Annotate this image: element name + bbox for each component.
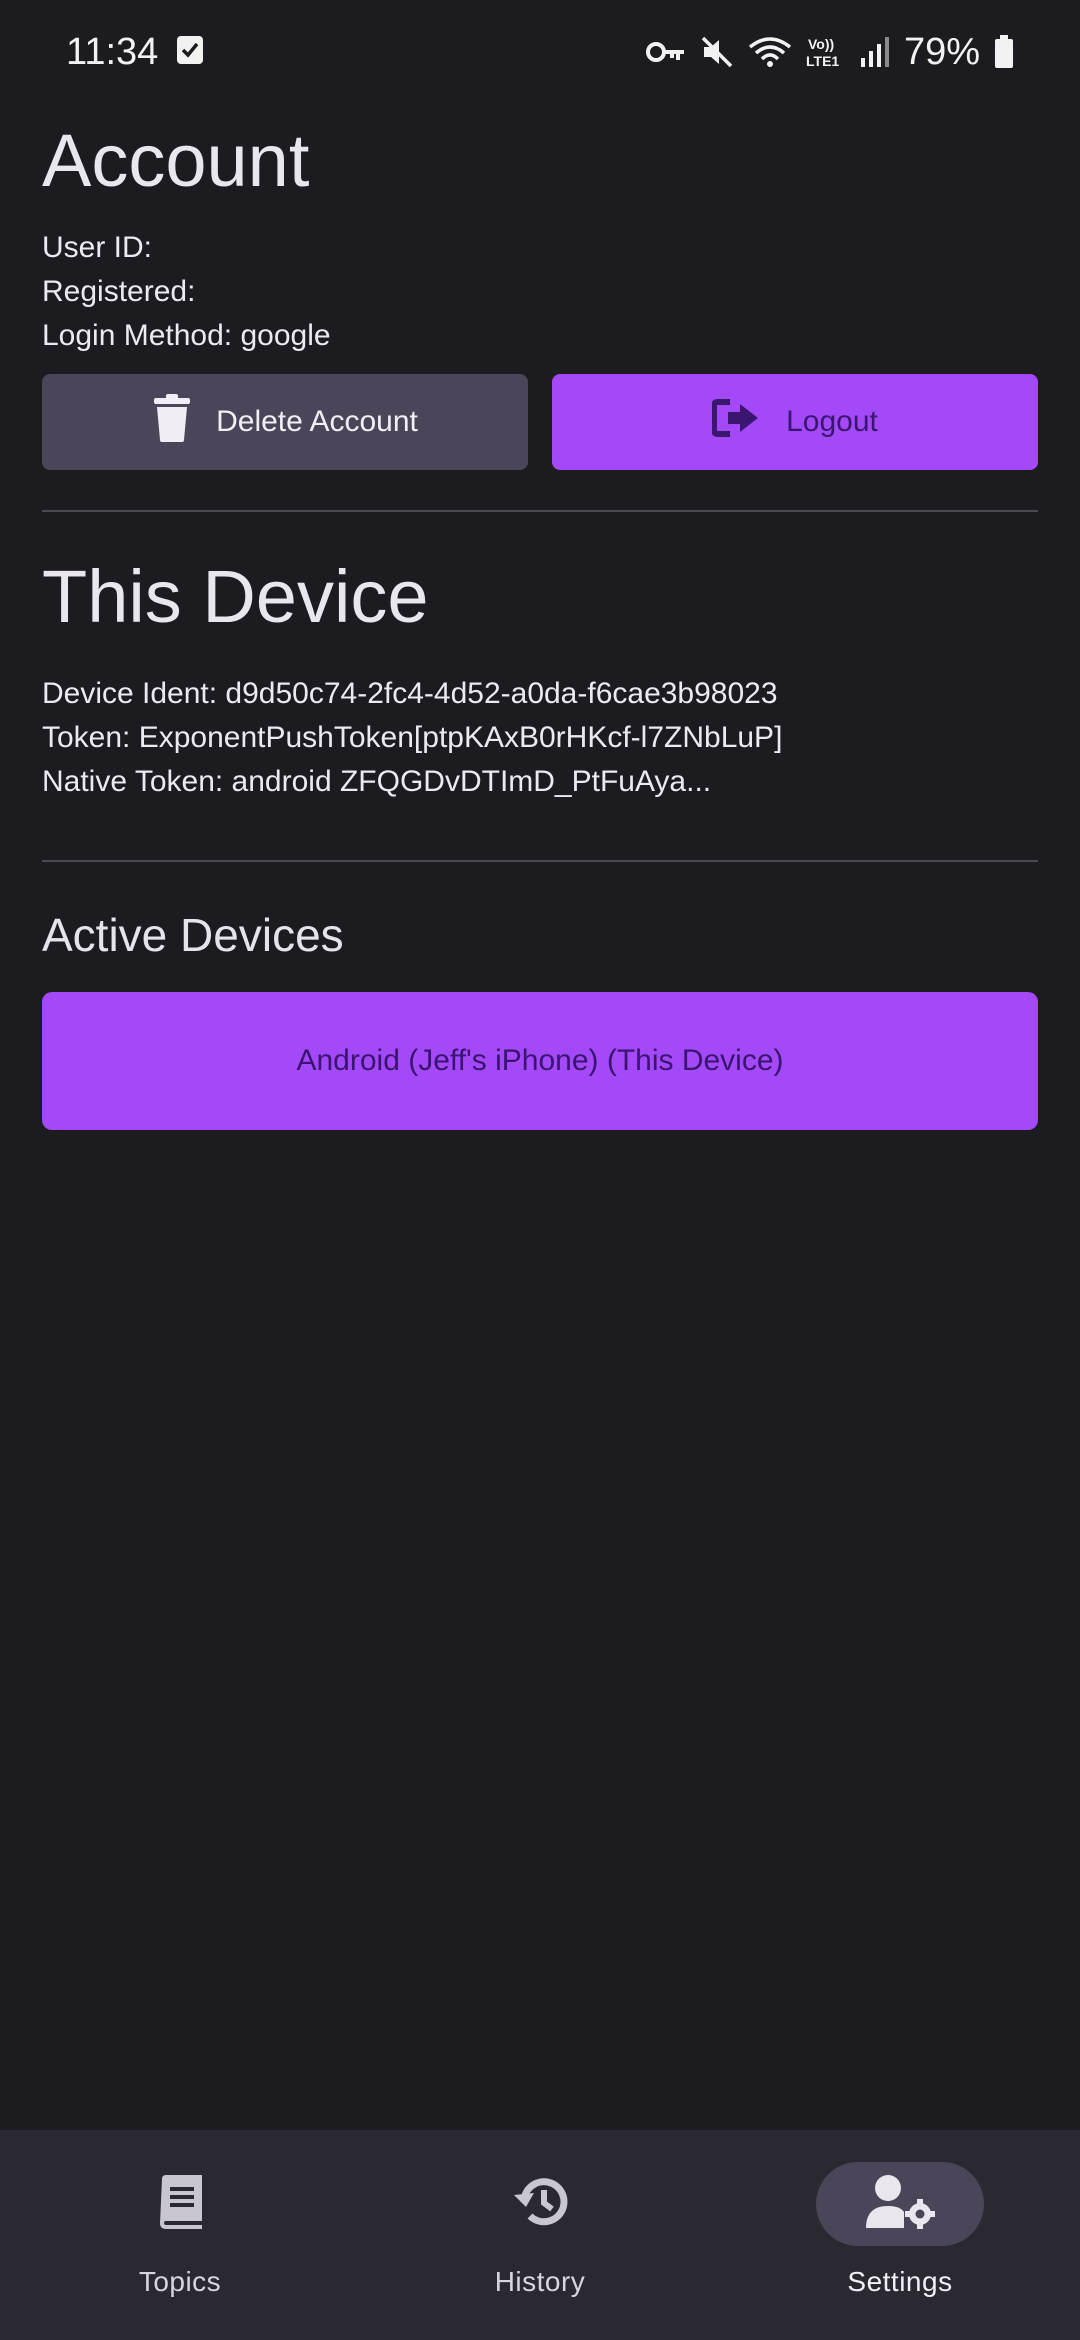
delete-account-label: Delete Account	[216, 405, 418, 438]
nav-item-history[interactable]: History	[390, 2162, 690, 2298]
status-time: 11:34	[66, 30, 159, 73]
volte-icon: Vo)) LTE1	[806, 35, 846, 69]
user-id-text: User ID:	[42, 231, 153, 264]
signal-icon	[860, 36, 890, 68]
nav-item-settings[interactable]: Settings	[750, 2162, 1050, 2298]
status-right: Vo)) LTE1 79%	[645, 30, 1014, 74]
book-icon	[156, 2174, 204, 2234]
active-device-item[interactable]: Android (Jeff's iPhone) (This Device)	[42, 992, 1038, 1130]
settings-content: Account User ID: Registered: Login Metho…	[42, 104, 1038, 1130]
user-settings-icon	[864, 2174, 936, 2235]
nav-label-history: History	[494, 2266, 586, 2297]
svg-text:Vo)): Vo))	[808, 36, 834, 52]
logout-label: Logout	[786, 405, 878, 438]
active-devices-title: Active Devices	[42, 909, 344, 961]
trash-icon	[152, 394, 192, 450]
divider	[42, 860, 1038, 862]
history-icon	[512, 2175, 568, 2234]
wifi-icon	[748, 35, 792, 69]
nav-icon-container-active	[816, 2162, 984, 2246]
nav-icon-container	[456, 2162, 624, 2246]
nav-label-topics: Topics	[138, 2266, 222, 2297]
logout-icon	[711, 398, 762, 446]
token-text: Token: ExponentPushToken[ptpKAxB0rHKcf-l…	[42, 721, 783, 754]
checkbox-notification-icon	[176, 34, 204, 71]
device-ident-text: Device Ident: d9d50c74-2fc4-4d52-a0da-f6…	[42, 677, 778, 710]
mute-icon	[700, 35, 734, 69]
account-actions: Delete Account Logout	[42, 374, 1038, 470]
svg-text:LTE1: LTE1	[806, 53, 839, 69]
this-device-title: This Device	[42, 555, 429, 638]
bottom-navigation: Topics History Settings	[0, 2130, 1080, 2340]
divider	[42, 510, 1038, 512]
login-method-text: Login Method: google	[42, 319, 331, 352]
device-info: Device Ident: d9d50c74-2fc4-4d52-a0da-f6…	[42, 672, 1038, 804]
settings-screen: 11:34 Vo)) LTE1 79% Account User ID: Reg…	[0, 0, 1080, 2340]
logout-button[interactable]: Logout	[552, 374, 1038, 470]
battery-percentage: 79%	[903, 30, 980, 73]
account-info: User ID: Registered: Login Method: googl…	[42, 226, 1038, 358]
vpn-key-icon	[645, 40, 686, 64]
battery-icon	[994, 35, 1014, 69]
registered-text: Registered:	[42, 275, 196, 308]
delete-account-button[interactable]: Delete Account	[42, 374, 528, 470]
nav-label-settings: Settings	[847, 2266, 953, 2297]
native-token-text: Native Token: android ZFQGDvDTImD_PtFuAy…	[42, 765, 712, 798]
account-title: Account	[42, 119, 310, 202]
nav-icon-container	[96, 2162, 264, 2246]
status-bar: 11:34 Vo)) LTE1 79%	[0, 0, 1080, 104]
status-left: 11:34	[66, 31, 204, 74]
nav-item-topics[interactable]: Topics	[30, 2162, 330, 2298]
